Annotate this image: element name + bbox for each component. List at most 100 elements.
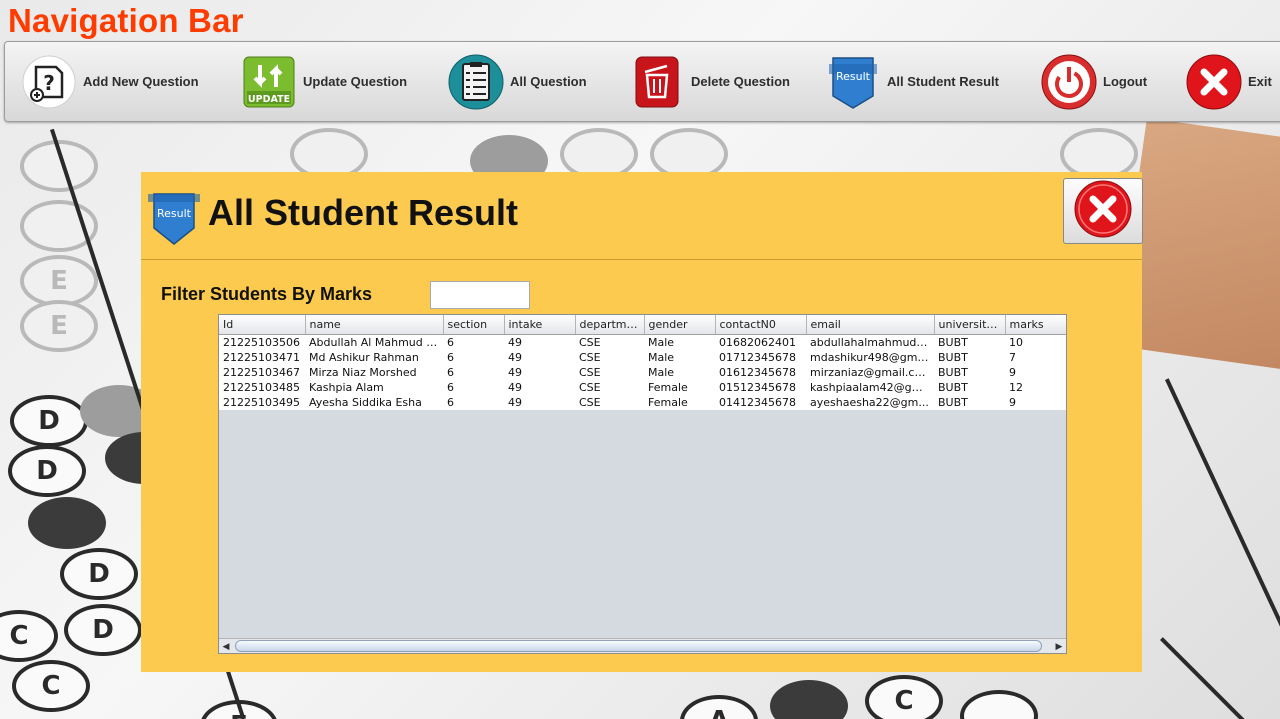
add-new-question-button[interactable]: ? Add New Question — [21, 42, 199, 121]
table-cell: ayeshaesha22@gm... — [806, 395, 934, 410]
update-icon: UPDATE — [241, 54, 297, 110]
table-cell: mdashikur498@gma... — [806, 350, 934, 365]
svg-text:?: ? — [43, 71, 55, 95]
table-cell: 01712345678 — [715, 350, 806, 365]
table-cell: CSE — [575, 365, 644, 380]
horizontal-scrollbar[interactable]: ◀ ▶ — [219, 638, 1066, 653]
table-cell: Male — [644, 350, 715, 365]
table-cell: 7 — [1005, 350, 1066, 365]
table-cell: 6 — [443, 380, 504, 395]
column-header[interactable]: gender — [644, 315, 716, 335]
table-header-row: Id name section intake departme... gende… — [219, 315, 1066, 335]
table-cell: Female — [644, 380, 715, 395]
table-cell: 12 — [1005, 380, 1066, 395]
all-question-button[interactable]: All Question — [448, 42, 587, 121]
panel-title: All Student Result — [208, 192, 519, 233]
column-header[interactable]: marks — [1005, 315, 1066, 335]
column-header[interactable]: intake — [504, 315, 576, 335]
table-cell: 49 — [504, 380, 575, 395]
table-cell: BUBT — [934, 350, 1005, 365]
table-cell: 6 — [443, 350, 504, 365]
trash-icon — [629, 54, 685, 110]
update-question-button[interactable]: UPDATE Update Question — [241, 42, 407, 121]
column-header[interactable]: section — [443, 315, 505, 335]
results-table[interactable]: Id name section intake departme... gende… — [218, 314, 1067, 654]
logout-label: Logout — [1103, 74, 1148, 89]
table-cell: Ayesha Siddika Esha — [305, 395, 443, 410]
table-row[interactable]: 21225103506 Abdullah Al Mahmud Joy 6 49 … — [219, 334, 1066, 350]
all-student-result-button[interactable]: Result All Student Result — [825, 42, 999, 121]
table-cell: 01612345678 — [715, 365, 806, 380]
table-cell: BUBT — [934, 334, 1005, 350]
table-cell: 01682062401 — [715, 334, 806, 350]
table-cell: BUBT — [934, 380, 1005, 395]
exit-label: Exit — [1248, 74, 1272, 89]
table-cell: 01512345678 — [715, 380, 806, 395]
scroll-left-icon[interactable]: ◀ — [219, 639, 233, 653]
student-result-panel: Result All Student Result Filter Student… — [141, 172, 1143, 672]
delete-question-button[interactable]: Delete Question — [629, 42, 790, 121]
table-cell: Male — [644, 334, 715, 350]
table-cell: 9 — [1005, 395, 1066, 410]
navigation-toolbar: ? Add New Question UPDATE Update Questio… — [4, 41, 1280, 122]
all-question-label: All Question — [510, 74, 587, 89]
table-cell: abdullahalmahmudjo... — [806, 334, 934, 350]
scroll-right-icon[interactable]: ▶ — [1052, 639, 1066, 653]
table-cell: Mirza Niaz Morshed — [305, 365, 443, 380]
close-icon — [1074, 180, 1132, 243]
table-cell: mirzaniaz@gmail.com — [806, 365, 934, 380]
filter-marks-input[interactable] — [430, 281, 530, 309]
table-cell: CSE — [575, 350, 644, 365]
table-cell: CSE — [575, 380, 644, 395]
add-question-icon: ? — [21, 54, 77, 110]
result-badge-icon: Result — [146, 190, 202, 251]
svg-text:UPDATE: UPDATE — [248, 94, 290, 105]
update-question-label: Update Question — [303, 74, 408, 89]
power-icon — [1041, 54, 1097, 110]
table-cell: BUBT — [934, 395, 1005, 410]
table-cell: 49 — [504, 365, 575, 380]
table-cell: 9 — [1005, 365, 1066, 380]
table-cell: Female — [644, 395, 715, 410]
table-cell: Md Ashikur Rahman — [305, 350, 443, 365]
delete-question-label: Delete Question — [691, 74, 790, 89]
table-cell: 49 — [504, 350, 575, 365]
question-list-icon — [448, 54, 504, 110]
column-header[interactable]: departme... — [575, 315, 645, 335]
table-cell: 21225103506 — [219, 334, 305, 350]
header-divider — [141, 259, 1142, 260]
table-cell: 49 — [504, 334, 575, 350]
logout-button[interactable]: Logout — [1041, 42, 1147, 121]
column-header[interactable]: university... — [934, 315, 1006, 335]
table-cell: 01412345678 — [715, 395, 806, 410]
table-cell: BUBT — [934, 365, 1005, 380]
table-row[interactable]: 21225103467 Mirza Niaz Morshed 6 49 CSE … — [219, 365, 1066, 380]
all-student-result-label: All Student Result — [887, 74, 999, 89]
table-cell: Abdullah Al Mahmud Joy — [305, 334, 443, 350]
table-row[interactable]: 21225103471 Md Ashikur Rahman 6 49 CSE M… — [219, 350, 1066, 365]
table-cell: Kashpia Alam — [305, 380, 443, 395]
table-cell: 21225103471 — [219, 350, 305, 365]
app-title: Navigation Bar — [8, 2, 244, 39]
table-cell: 6 — [443, 395, 504, 410]
filter-label: Filter Students By Marks — [161, 284, 373, 304]
column-header[interactable]: email — [806, 315, 935, 335]
svg-text:Result: Result — [157, 207, 192, 220]
table-cell: Male — [644, 365, 715, 380]
column-header[interactable]: Id — [219, 315, 306, 335]
column-header[interactable]: name — [305, 315, 444, 335]
scrollbar-thumb[interactable] — [235, 640, 1042, 652]
table-cell: CSE — [575, 334, 644, 350]
table-cell: 21225103485 — [219, 380, 305, 395]
exit-button[interactable]: Exit — [1186, 42, 1272, 121]
table-cell: 21225103467 — [219, 365, 305, 380]
table-row[interactable]: 21225103485 Kashpia Alam 6 49 CSE Female… — [219, 380, 1066, 395]
result-ribbon-icon: Result — [825, 54, 881, 110]
svg-text:Result: Result — [836, 70, 871, 83]
close-panel-button[interactable] — [1063, 178, 1143, 244]
table-cell: 10 — [1005, 334, 1066, 350]
add-new-question-label: Add New Question — [83, 74, 199, 89]
column-header[interactable]: contactN0 — [715, 315, 807, 335]
table-row[interactable]: 21225103495 Ayesha Siddika Esha 6 49 CSE… — [219, 395, 1066, 410]
table-cell: 6 — [443, 365, 504, 380]
